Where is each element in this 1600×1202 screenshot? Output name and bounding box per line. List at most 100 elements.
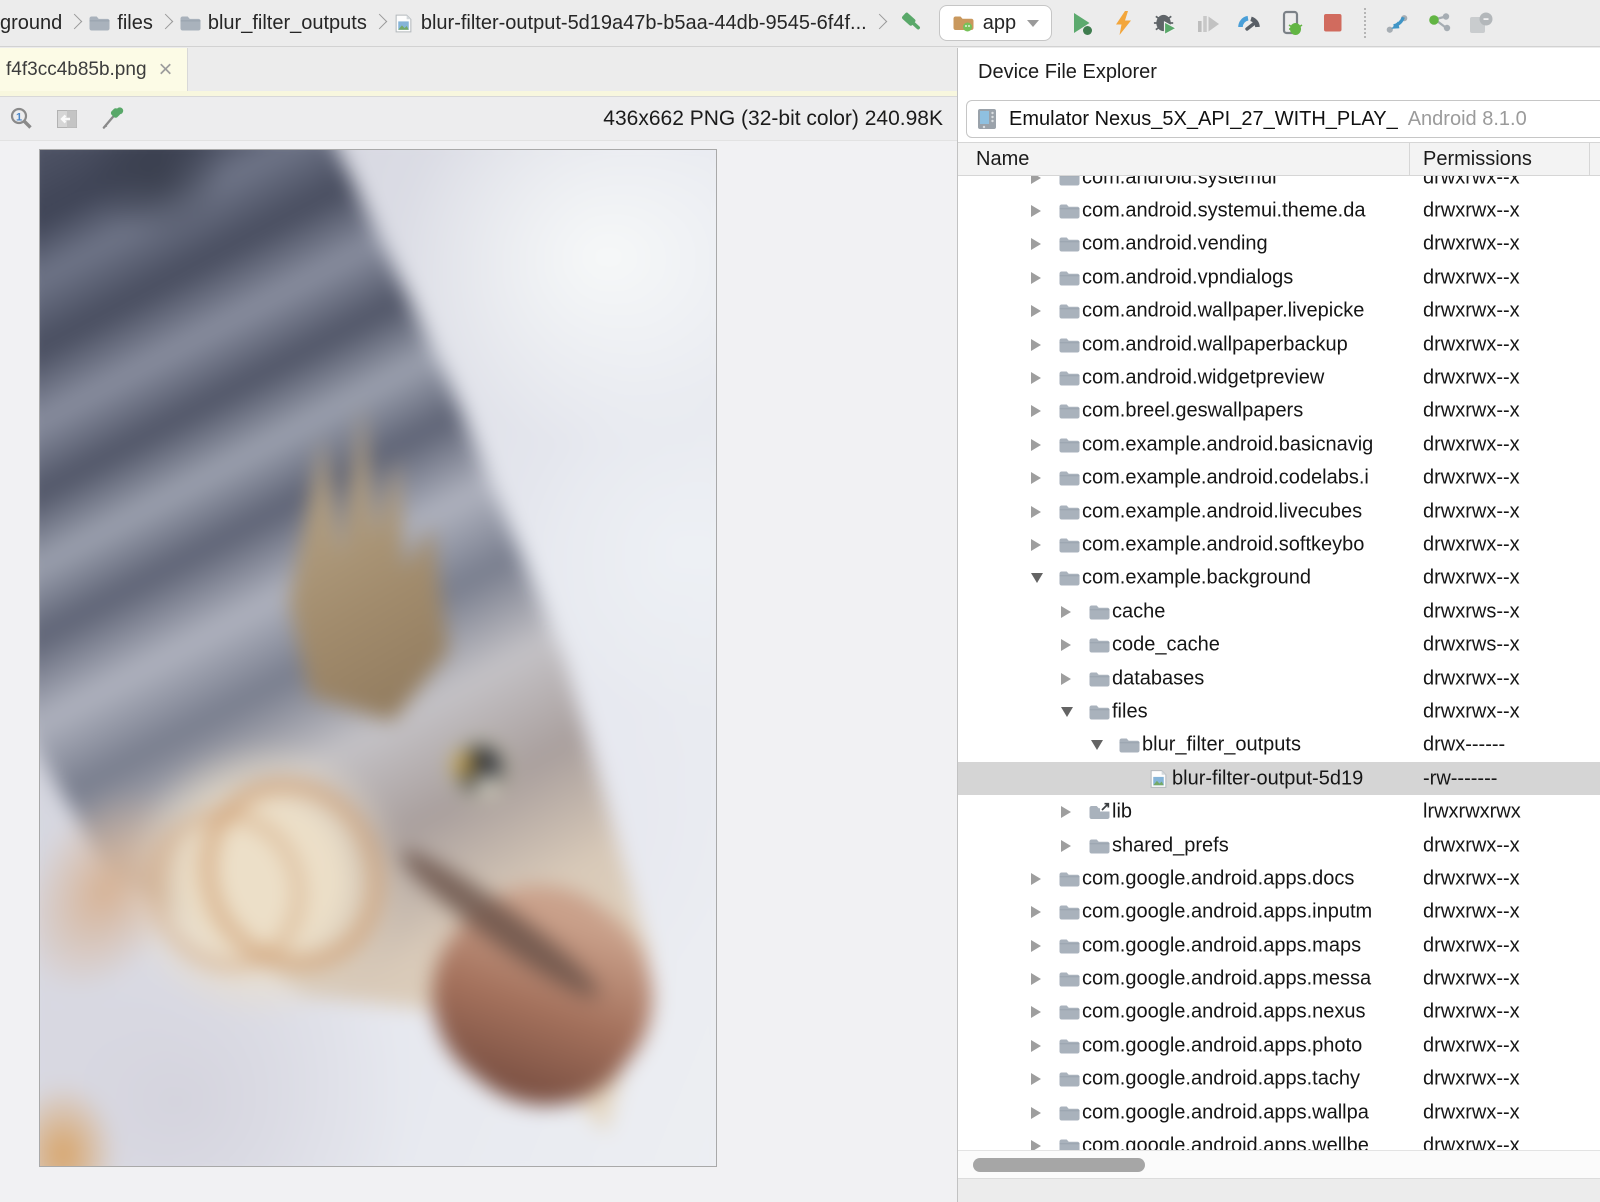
file-permissions: drwxrwx--x [1423, 867, 1520, 890]
tree-row[interactable]: com.google.android.apps.docsdrwxrwx--x [958, 862, 1600, 895]
fit-to-window-icon[interactable] [54, 106, 80, 132]
expand-arrow-icon[interactable] [1061, 673, 1071, 685]
expand-arrow-icon[interactable] [1031, 439, 1041, 451]
build-hammer-icon[interactable] [897, 10, 923, 36]
tree-row[interactable]: com.android.vendingdrwxrwx--x [958, 228, 1600, 261]
expand-arrow-icon[interactable] [1031, 238, 1041, 250]
expand-arrow-icon[interactable] [1031, 1107, 1041, 1119]
attach-debugger-icon[interactable] [1278, 10, 1304, 36]
blurred-fish-image[interactable] [39, 149, 717, 1167]
file-name: com.google.android.apps.wallpa [1082, 1101, 1369, 1124]
tree-row[interactable]: com.google.android.apps.tachydrwxrwx--x [958, 1063, 1600, 1096]
expand-arrow-icon[interactable] [1061, 639, 1071, 651]
expand-arrow-icon[interactable] [1031, 906, 1041, 918]
expand-arrow-icon[interactable] [1031, 539, 1041, 551]
folder-icon [1058, 402, 1080, 420]
expand-arrow-icon[interactable] [1031, 1006, 1041, 1018]
tree-row[interactable]: com.android.widgetpreviewdrwxrwx--x [958, 361, 1600, 394]
breadcrumb-item[interactable]: blur_filter_outputs [179, 12, 367, 35]
expand-arrow-icon[interactable] [1031, 176, 1041, 184]
file-name: com.example.android.livecubes [1082, 500, 1362, 523]
expand-arrow-icon[interactable] [1031, 940, 1041, 952]
file-permissions: drwxrwx--x [1423, 233, 1520, 256]
tree-row[interactable]: blur-filter-output-5d19-rw------- [958, 762, 1600, 795]
expand-arrow-icon[interactable] [1031, 305, 1041, 317]
expand-arrow-icon[interactable] [1031, 506, 1041, 518]
tree-row[interactable]: com.android.systemui.theme.dadrwxrwx--x [958, 194, 1600, 227]
breadcrumb-item[interactable]: files [88, 12, 153, 35]
tree-row[interactable]: com.android.vpndialogsdrwxrwx--x [958, 261, 1600, 294]
breadcrumb-item[interactable]: ground [0, 12, 62, 35]
tree-row[interactable]: com.google.android.apps.messadrwxrwx--x [958, 962, 1600, 995]
tree-row[interactable]: com.google.android.apps.nexusdrwxrwx--x [958, 996, 1600, 1029]
apply-changes-icon[interactable] [1110, 10, 1136, 36]
horizontal-scrollbar[interactable] [958, 1150, 1600, 1178]
tree-row[interactable]: com.android.systemuidrwxrwx--x [958, 176, 1600, 194]
editor-tab-strip: f4f3cc4b85b.png × [0, 48, 957, 91]
expand-arrow-icon[interactable] [1031, 1040, 1041, 1052]
expand-arrow-icon[interactable] [1061, 606, 1071, 618]
collapse-arrow-icon[interactable] [1031, 573, 1043, 583]
stop-icon[interactable] [1320, 10, 1346, 36]
run-config-selector[interactable]: app [939, 5, 1052, 41]
device-selector[interactable]: Emulator Nexus_5X_API_27_WITH_PLAY_ Andr… [966, 100, 1600, 138]
vcs-commit-icon[interactable] [1426, 10, 1452, 36]
tree-row[interactable]: com.google.android.apps.photodrwxrwx--x [958, 1029, 1600, 1062]
tree-row[interactable]: shared_prefsdrwxrwx--x [958, 829, 1600, 862]
file-permissions: drwxrwx--x [1423, 400, 1520, 423]
expand-arrow-icon[interactable] [1031, 205, 1041, 217]
tree-row[interactable]: com.android.wallpaper.livepickedrwxrwx--… [958, 295, 1600, 328]
expand-arrow-icon[interactable] [1031, 472, 1041, 484]
tree-row[interactable]: com.google.android.apps.wellbedrwxrwx--x [958, 1129, 1600, 1152]
expand-arrow-icon[interactable] [1031, 973, 1041, 985]
breadcrumb-item[interactable]: blur-filter-output-5d19a47b-b5aa-44db-95… [393, 12, 867, 35]
expand-arrow-icon[interactable] [1031, 873, 1041, 885]
expand-arrow-icon[interactable] [1061, 806, 1071, 818]
device-os-version: Android 8.1.0 [1408, 108, 1527, 131]
tree-row[interactable]: liblrwxrwxrwx [958, 795, 1600, 828]
tree-row[interactable]: com.android.wallpaperbackupdrwxrwx--x [958, 328, 1600, 361]
file-name: com.example.android.softkeybo [1082, 533, 1364, 556]
expand-arrow-icon[interactable] [1031, 339, 1041, 351]
tab-image-file[interactable]: f4f3cc4b85b.png × [0, 48, 188, 91]
scrollbar-thumb[interactable] [973, 1158, 1145, 1172]
close-icon[interactable]: × [159, 60, 173, 80]
file-name: com.android.wallpaper.livepicke [1082, 300, 1364, 323]
tree-row[interactable]: code_cachedrwxrws--x [958, 628, 1600, 661]
tree-row[interactable]: com.example.android.softkeybodrwxrwx--x [958, 528, 1600, 561]
run-profiled-icon[interactable] [1194, 10, 1220, 36]
run-icon[interactable] [1068, 10, 1094, 36]
expand-arrow-icon[interactable] [1031, 1073, 1041, 1085]
column-header-name: Name [976, 148, 1029, 171]
actual-size-icon[interactable]: 1 [8, 106, 34, 132]
tree-row[interactable]: com.google.android.apps.wallpadrwxrwx--x [958, 1096, 1600, 1129]
tree-row[interactable]: databasesdrwxrwx--x [958, 662, 1600, 695]
tree-row[interactable]: com.example.android.livecubesdrwxrwx--x [958, 495, 1600, 528]
profiler-icon[interactable] [1236, 10, 1262, 36]
folder-icon [1058, 235, 1080, 253]
tree-row[interactable]: filesdrwxrwx--x [958, 695, 1600, 728]
vcs-update-icon[interactable] [1384, 10, 1410, 36]
column-divider[interactable] [1409, 143, 1410, 175]
expand-arrow-icon[interactable] [1061, 840, 1071, 852]
tree-row[interactable]: cachedrwxrws--x [958, 595, 1600, 628]
diff-icon[interactable] [1468, 10, 1494, 36]
file-name: cache [1112, 600, 1165, 623]
tree-row[interactable]: com.example.backgrounddrwxrwx--x [958, 562, 1600, 595]
file-permissions: drwxrws--x [1423, 634, 1520, 657]
collapse-arrow-icon[interactable] [1061, 707, 1073, 717]
tree-row[interactable]: com.breel.geswallpapersdrwxrwx--x [958, 395, 1600, 428]
expand-arrow-icon[interactable] [1031, 372, 1041, 384]
debug-icon[interactable] [1152, 10, 1178, 36]
folder-icon [1058, 903, 1080, 921]
collapse-arrow-icon[interactable] [1091, 740, 1103, 750]
tree-row[interactable]: com.example.android.basicnavigdrwxrwx--x [958, 428, 1600, 461]
tree-row[interactable]: blur_filter_outputsdrwx------ [958, 729, 1600, 762]
tree-row[interactable]: com.example.android.codelabs.idrwxrwx--x [958, 462, 1600, 495]
column-divider[interactable] [1589, 143, 1590, 175]
tree-row[interactable]: com.google.android.apps.inputmdrwxrwx--x [958, 896, 1600, 929]
expand-arrow-icon[interactable] [1031, 272, 1041, 284]
tree-row[interactable]: com.google.android.apps.mapsdrwxrwx--x [958, 929, 1600, 962]
expand-arrow-icon[interactable] [1031, 405, 1041, 417]
color-picker-icon[interactable] [100, 106, 126, 132]
